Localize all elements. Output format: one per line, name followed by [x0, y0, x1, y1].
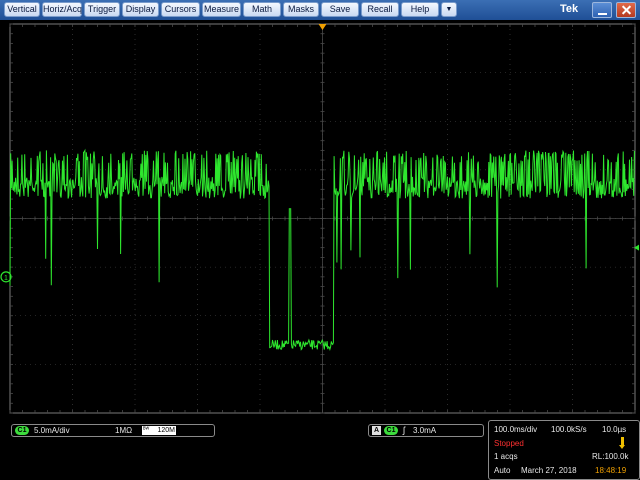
trigger-position-arrow — [619, 445, 625, 449]
acq-time: 18:48:19 — [595, 466, 627, 475]
ground-marker-label: 1 — [4, 275, 8, 282]
menu-bar: Vertical Horiz/Acq Trigger Display Curso… — [0, 0, 640, 20]
acquisition-count: 1 acqs — [494, 452, 518, 461]
trigger-a-badge: A — [372, 426, 381, 435]
menu-masks[interactable]: Masks — [283, 2, 319, 17]
trigger-position-marker — [318, 24, 327, 30]
menu-vertical[interactable]: Vertical — [4, 2, 40, 17]
menu-cursors[interactable]: Cursors — [161, 2, 200, 17]
bandwidth-limit: ᴮᵂ 120M — [142, 426, 176, 435]
vertical-scale: 5.0mA/div — [34, 426, 70, 435]
menu-dropdown-icon[interactable]: ▼ — [441, 2, 457, 17]
waveform-display[interactable]: 1 — [0, 20, 640, 420]
menu-trigger[interactable]: Trigger — [84, 2, 120, 17]
trigger-level: 3.0mA — [413, 426, 437, 435]
menu-recall[interactable]: Recall — [361, 2, 399, 17]
menu-save[interactable]: Save — [321, 2, 359, 17]
timebase: 100.0ms/div — [494, 425, 538, 434]
acq-date: March 27, 2018 — [521, 466, 577, 475]
acq-state: Stopped — [494, 439, 524, 448]
trigger-source-badge: C1 — [384, 426, 398, 435]
trigger-readout[interactable]: A C1 ʃ 3.0mA — [368, 424, 484, 437]
menu-horiz-acq[interactable]: Horiz/Acq — [42, 2, 82, 17]
channel-1-badge: C1 — [15, 426, 29, 435]
menu-help[interactable]: Help — [401, 2, 439, 17]
record-length: RL:100.0k — [592, 452, 629, 461]
input-impedance: 1MΩ — [115, 426, 133, 435]
resolution: 10.0µs — [602, 425, 627, 434]
bw-limit-icon: ᴮᵂ — [143, 427, 150, 433]
close-icon[interactable] — [616, 2, 636, 18]
brand-logo: Tek — [560, 3, 579, 15]
rising-edge-icon: ʃ — [403, 425, 405, 435]
sample-rate: 100.0kS/s — [551, 425, 587, 434]
minimize-icon[interactable] — [592, 2, 612, 18]
menu-measure[interactable]: Measure — [202, 2, 241, 17]
readout-panel: C1 5.0mA/div 1MΩ ᴮᵂ 120M A C1 ʃ 3.0mA 10… — [0, 420, 640, 480]
graticule: 1 — [0, 23, 639, 414]
trigger-mode: Auto — [494, 466, 511, 475]
channel-1-readout[interactable]: C1 5.0mA/div 1MΩ ᴮᵂ 120M — [11, 424, 215, 437]
menu-math[interactable]: Math — [243, 2, 281, 17]
menu-display[interactable]: Display — [122, 2, 159, 17]
acquisition-readout[interactable]: 100.0ms/div 100.0kS/s 10.0µs Stopped 1 a… — [488, 420, 640, 480]
